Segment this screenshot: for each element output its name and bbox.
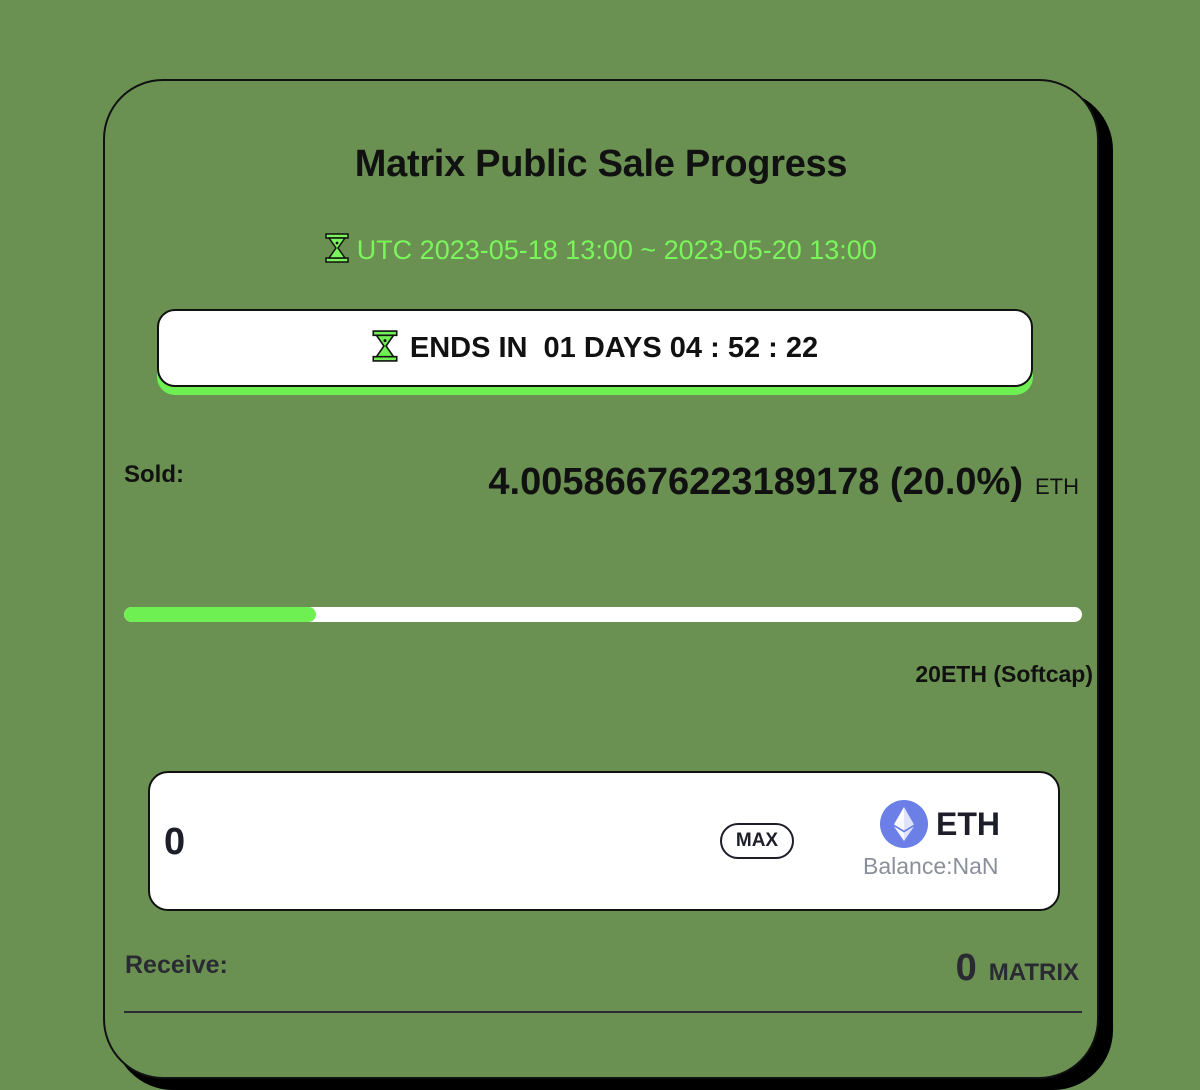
- token-name: ETH: [936, 805, 1000, 842]
- hourglass-icon: [372, 330, 398, 366]
- softcap-label: 20ETH (Softcap): [915, 661, 1093, 687]
- progress-fill: [124, 607, 316, 622]
- progress-bar: [124, 607, 1082, 622]
- page-title: Matrix Public Sale Progress: [354, 143, 848, 185]
- sold-label: Sold:: [124, 461, 184, 488]
- max-button[interactable]: MAX: [720, 823, 794, 859]
- amount-input[interactable]: [162, 813, 566, 871]
- divider: [124, 1011, 1082, 1013]
- sale-card: Matrix Public Sale Progress UTC 2023-05-…: [103, 79, 1099, 1079]
- purchase-input-box: MAX ETH Balance:NaN: [148, 771, 1060, 911]
- sold-unit: ETH: [1035, 474, 1079, 499]
- receive-value: 0 MATRIX: [956, 947, 1079, 990]
- hourglass-icon: [325, 233, 357, 265]
- token-selector[interactable]: ETH: [880, 799, 1050, 849]
- countdown-label: ENDS IN: [409, 331, 528, 364]
- countdown-value: 01 DAYS 04 : 52 : 22: [543, 331, 819, 364]
- receive-label: Receive:: [125, 951, 228, 979]
- receive-unit: MATRIX: [988, 959, 1079, 986]
- eth-logo-icon: [880, 800, 928, 848]
- sold-amount: 4.00586676223189178 (20.0%): [488, 461, 1023, 503]
- sale-dates-text: UTC 2023-05-18 13:00 ~ 2023-05-20 13:00: [356, 235, 877, 265]
- balance-text: Balance:NaN: [863, 853, 999, 879]
- countdown-box: ENDS IN 01 DAYS 04 : 52 : 22: [157, 309, 1033, 387]
- sale-dates: UTC 2023-05-18 13:00 ~ 2023-05-20 13:00: [105, 233, 1097, 266]
- receive-amount: 0: [955, 947, 977, 989]
- sold-value: 4.00586676223189178 (20.0%) ETH: [488, 461, 1079, 504]
